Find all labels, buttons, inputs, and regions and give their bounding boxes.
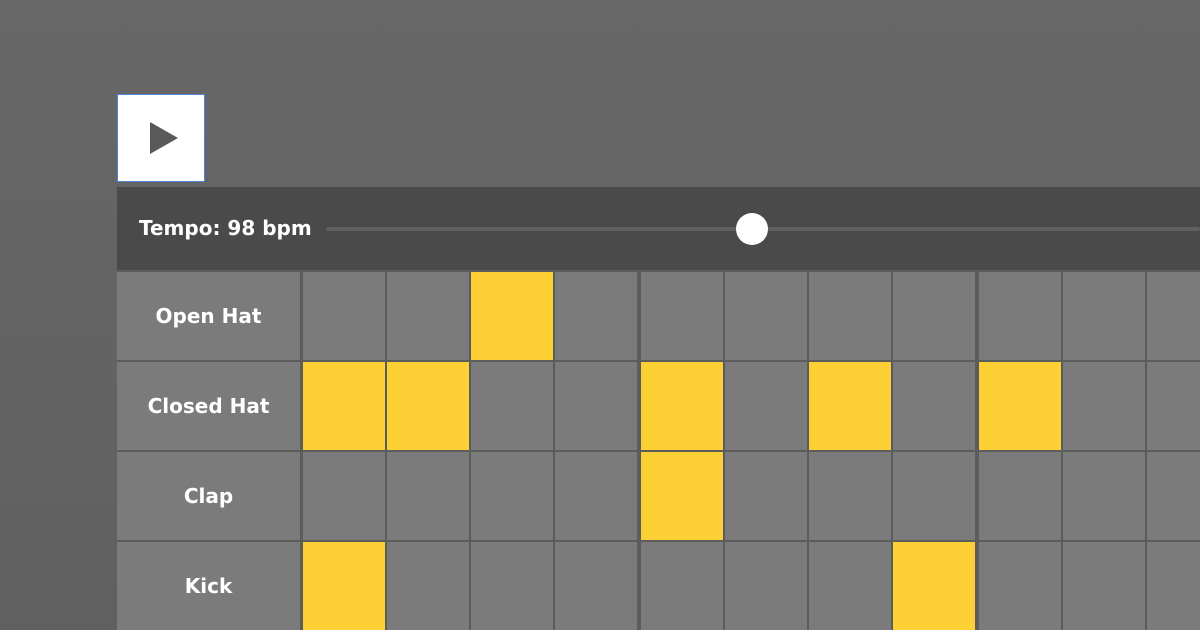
step-cell[interactable] — [893, 542, 975, 630]
tempo-bar: Tempo: 98 bpm — [117, 187, 1200, 270]
step-cell[interactable] — [471, 362, 553, 450]
step-cell[interactable] — [809, 362, 891, 450]
step-cell[interactable] — [1063, 362, 1145, 450]
track-label[interactable]: Open Hat — [117, 272, 300, 360]
step-cell[interactable] — [303, 452, 385, 540]
step-cell[interactable] — [555, 542, 637, 630]
step-cell[interactable] — [893, 452, 975, 540]
step-cell[interactable] — [641, 542, 723, 630]
step-cell[interactable] — [893, 362, 975, 450]
step-cell[interactable] — [809, 542, 891, 630]
step-cell[interactable] — [641, 452, 723, 540]
step-cell[interactable] — [979, 362, 1061, 450]
step-cell[interactable] — [641, 272, 723, 360]
step-cell[interactable] — [555, 452, 637, 540]
step-cell[interactable] — [555, 272, 637, 360]
step-cell[interactable] — [555, 362, 637, 450]
step-cell[interactable] — [979, 272, 1061, 360]
step-cell[interactable] — [387, 452, 469, 540]
step-cell[interactable] — [471, 272, 553, 360]
track-label[interactable]: Clap — [117, 452, 300, 540]
step-cell[interactable] — [979, 542, 1061, 630]
step-cell[interactable] — [1063, 272, 1145, 360]
step-cell[interactable] — [725, 362, 807, 450]
step-cell[interactable] — [471, 542, 553, 630]
step-cell[interactable] — [303, 362, 385, 450]
step-grid: Open Hat Closed Hat Clap Kick — [117, 270, 1200, 630]
step-cell[interactable] — [303, 272, 385, 360]
tempo-label: Tempo: 98 bpm — [139, 216, 312, 240]
step-cell[interactable] — [725, 272, 807, 360]
step-cell[interactable] — [1147, 362, 1200, 450]
step-cell[interactable] — [809, 452, 891, 540]
step-cell[interactable] — [725, 542, 807, 630]
track-label[interactable]: Closed Hat — [117, 362, 300, 450]
step-cell[interactable] — [809, 272, 891, 360]
step-cell[interactable] — [641, 362, 723, 450]
step-cell[interactable] — [471, 452, 553, 540]
step-cell[interactable] — [387, 542, 469, 630]
step-cell[interactable] — [979, 452, 1061, 540]
play-icon — [150, 122, 178, 154]
step-cell[interactable] — [1147, 452, 1200, 540]
step-cell[interactable] — [1147, 272, 1200, 360]
step-cell[interactable] — [1147, 542, 1200, 630]
step-cell[interactable] — [387, 362, 469, 450]
step-cell[interactable] — [1063, 542, 1145, 630]
step-cell[interactable] — [725, 452, 807, 540]
step-cell[interactable] — [1063, 452, 1145, 540]
track-label[interactable]: Kick — [117, 542, 300, 630]
step-cell[interactable] — [303, 542, 385, 630]
play-button[interactable] — [117, 94, 205, 182]
step-cell[interactable] — [893, 272, 975, 360]
sequencer-app: Tempo: 98 bpm Open Hat Closed Hat Clap Kick — [0, 0, 1200, 630]
step-cell[interactable] — [387, 272, 469, 360]
tempo-slider[interactable] — [326, 213, 1200, 245]
tempo-slider-thumb[interactable] — [735, 213, 768, 245]
